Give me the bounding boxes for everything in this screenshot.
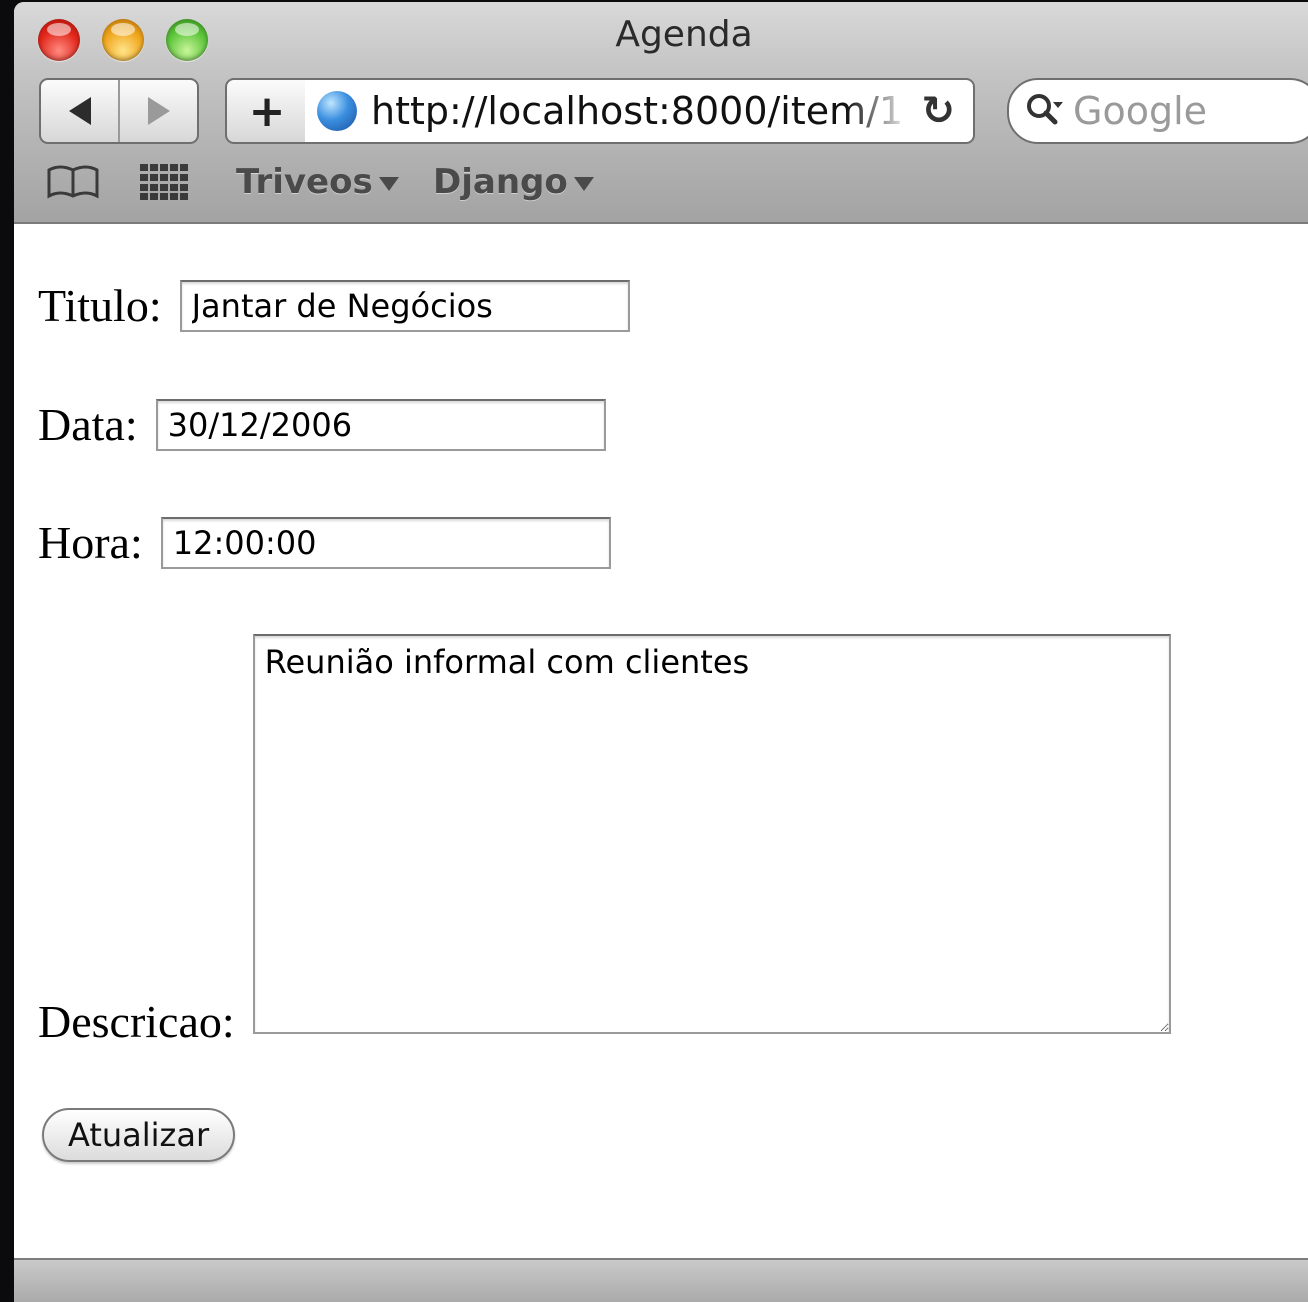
page-content: Titulo: Data: Hora: Descricao: Reunião i…	[14, 224, 1308, 1258]
globe-icon	[317, 91, 357, 131]
hora-label: Hora:	[38, 517, 143, 568]
hora-input[interactable]	[160, 516, 611, 569]
add-bookmark-button[interactable]: +	[225, 78, 309, 144]
search-icon	[1027, 94, 1063, 125]
bookmark-label: Django	[433, 162, 568, 202]
grid-icon[interactable]	[140, 164, 188, 200]
data-input[interactable]	[155, 398, 606, 451]
descricao-row: Descricao: Reunião informal com clientes	[38, 634, 1171, 1047]
search-placeholder: Google	[1073, 89, 1208, 133]
reload-icon[interactable]: ↻	[921, 88, 955, 134]
browser-window: Agenda + http://localhost:8000/item/1 ↻ …	[14, 2, 1308, 1302]
chevron-down-icon	[573, 176, 594, 191]
back-button[interactable]	[41, 80, 118, 142]
descricao-textarea[interactable]: Reunião informal com clientes	[252, 634, 1171, 1034]
back-arrow-icon	[68, 97, 91, 125]
bookmark-django[interactable]: Django	[433, 162, 594, 202]
navigation-buttons	[39, 78, 199, 144]
bookmark-triveos[interactable]: Triveos	[236, 162, 399, 202]
forward-arrow-icon	[147, 97, 170, 125]
browser-chrome: Agenda + http://localhost:8000/item/1 ↻ …	[14, 2, 1308, 224]
titulo-label: Titulo:	[38, 280, 162, 331]
chevron-down-icon	[378, 176, 399, 191]
bookmark-label: Triveos	[236, 162, 373, 202]
data-label: Data:	[38, 399, 138, 450]
search-field[interactable]: Google	[1007, 78, 1308, 144]
url-text[interactable]: http://localhost:8000/item/1	[371, 89, 911, 133]
window-title: Agenda	[615, 14, 753, 55]
descricao-label: Descricao:	[38, 996, 235, 1047]
status-bar	[14, 1258, 1308, 1302]
hora-row: Hora:	[38, 516, 611, 569]
forward-button[interactable]	[118, 80, 197, 142]
titulo-input[interactable]	[179, 279, 630, 332]
address-bar[interactable]: http://localhost:8000/item/1 ↻	[305, 78, 975, 144]
data-row: Data:	[38, 398, 606, 451]
atualizar-button[interactable]: Atualizar	[42, 1108, 236, 1162]
open-book-icon[interactable]	[46, 164, 100, 200]
titulo-row: Titulo:	[38, 279, 630, 332]
add-bookmark-label: +	[248, 85, 286, 137]
